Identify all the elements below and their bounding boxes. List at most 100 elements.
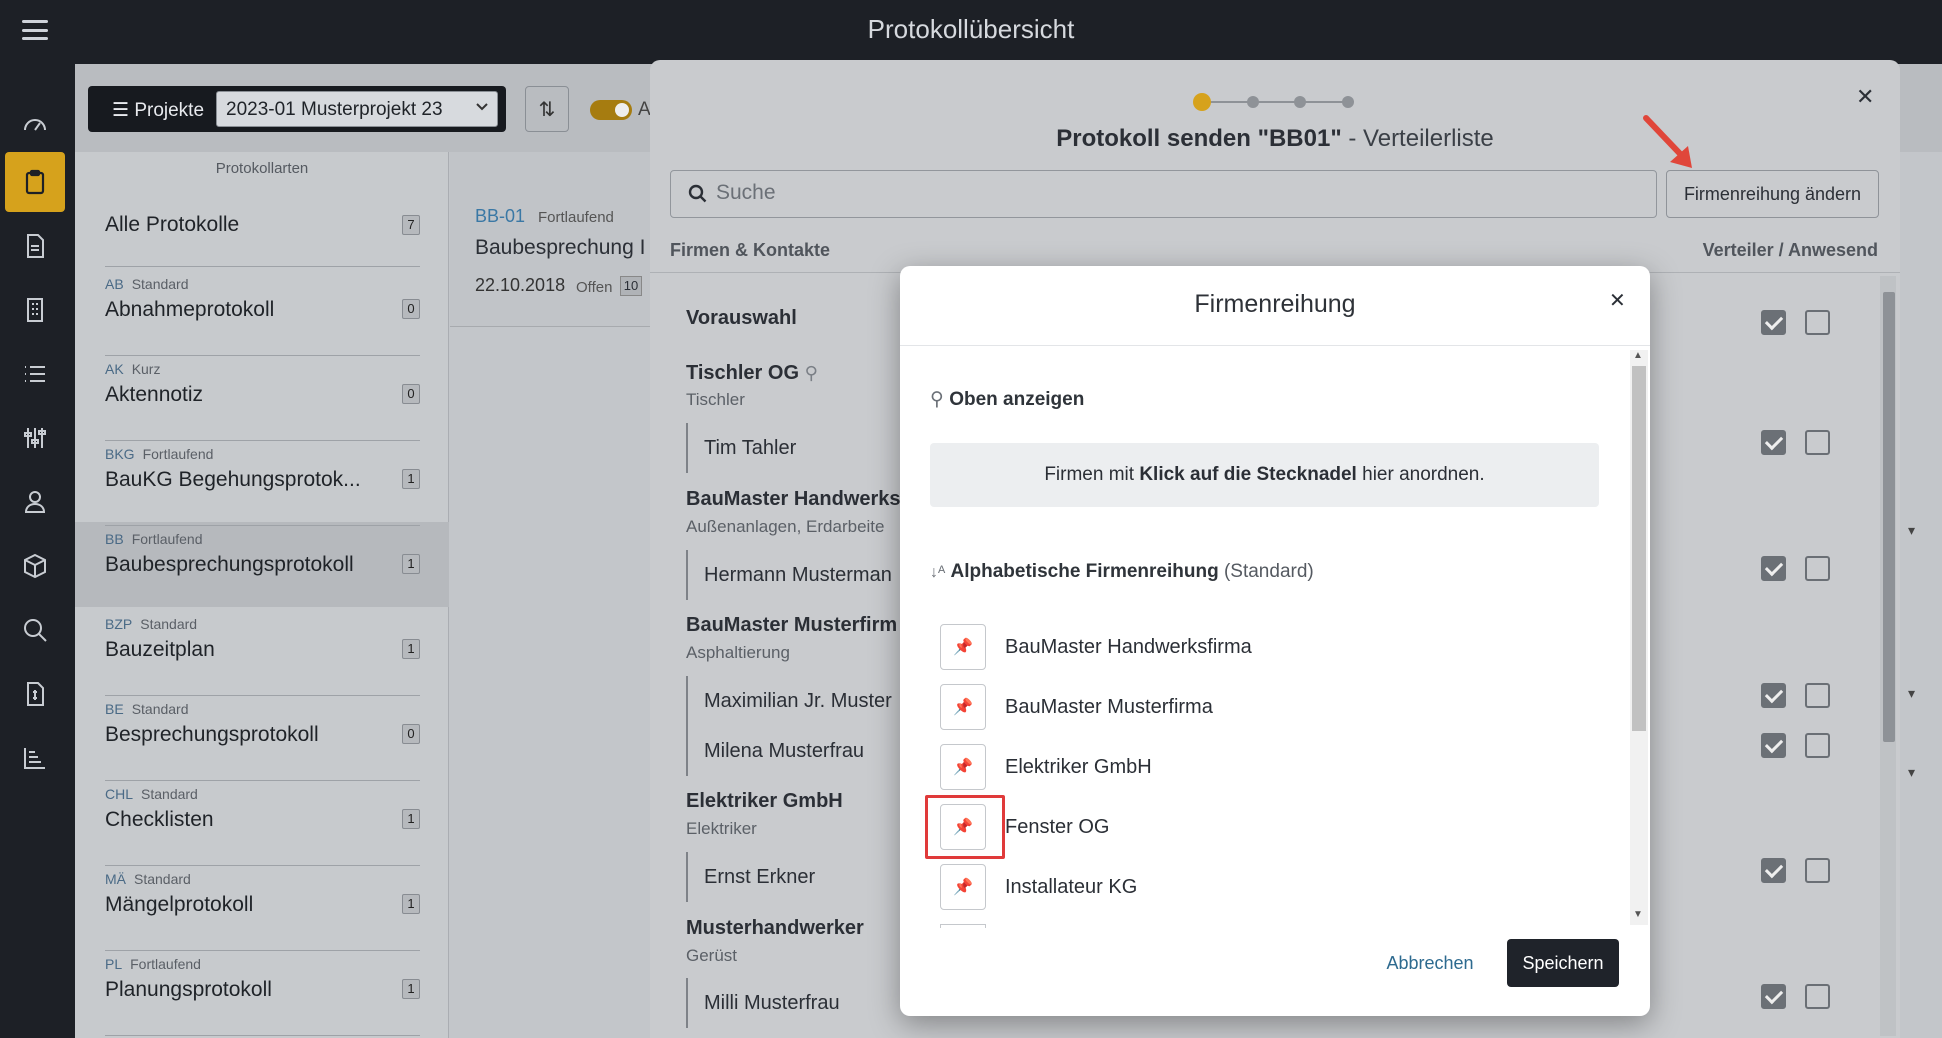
protocol-status: Offen: [576, 279, 613, 296]
invoice-icon[interactable]: [5, 664, 65, 724]
pin-icon: ⚲: [930, 389, 944, 410]
list-item[interactable]: BE Standard Besprechungsprotokoll 0: [105, 701, 420, 781]
close-icon[interactable]: ✕: [1856, 84, 1874, 110]
contact-person: Milli Musterfrau: [686, 978, 840, 1028]
pin-button[interactable]: 📌: [940, 684, 986, 730]
annotation-arrow-icon: [1643, 115, 1692, 168]
list-item[interactable]: MÄ Standard Mängelprotokoll 1: [105, 871, 420, 951]
search-input[interactable]: [670, 170, 1657, 218]
sliders-icon[interactable]: [5, 408, 65, 468]
contact-person: Milena Musterfrau: [686, 726, 864, 776]
anwesend-checkbox[interactable]: [1805, 733, 1830, 758]
list-item[interactable]: AB Standard Abnahmeprotokoll 0: [105, 276, 420, 356]
section-vorauswahl: Vorauswahl: [686, 307, 797, 329]
list-header: Protokollarten: [215, 160, 309, 177]
search-icon[interactable]: [5, 600, 65, 660]
verteiler-checkbox[interactable]: [1761, 858, 1786, 883]
page-title: Protokollübersicht: [867, 14, 1075, 44]
user-icon[interactable]: [5, 472, 65, 532]
firm-name: Installateur KG: [1005, 876, 1138, 898]
projekte-label: ☰ Projekte: [112, 100, 205, 121]
list-item[interactable]: BKG Fortlaufend BauKG Begehungsprotok... …: [105, 446, 420, 526]
clipboard-icon[interactable]: [5, 152, 65, 212]
anwesend-checkbox[interactable]: [1805, 556, 1830, 581]
firm-name: BauMaster Handwerksfirma: [1005, 636, 1252, 658]
search-icon: [688, 184, 707, 203]
company-trade: Asphaltierung: [686, 643, 790, 662]
annotation-highlight-box: [925, 795, 1005, 859]
verteiler-checkbox[interactable]: [1761, 683, 1786, 708]
sort-button[interactable]: ⇅: [525, 86, 569, 132]
firm-name: Fenster OG: [1005, 816, 1110, 838]
scrollbar-thumb[interactable]: [1883, 292, 1895, 742]
pin-icon: 📌: [953, 699, 973, 716]
chevron-down-icon: ▾: [1908, 764, 1916, 780]
anwesend-checkbox[interactable]: [1805, 858, 1830, 883]
scrollbar-thumb[interactable]: [1632, 366, 1646, 731]
column-header-verteiler: Verteiler / Anwesend: [1702, 240, 1878, 260]
anwesend-checkbox[interactable]: [1805, 430, 1830, 455]
anwesend-checkbox[interactable]: [1805, 683, 1830, 708]
stepper: [1193, 93, 1354, 111]
protocol-type: Fortlaufend: [538, 209, 614, 226]
chevron-down-icon: ▾: [1908, 522, 1916, 538]
list-item[interactable]: PL Fortlaufend Planungsprotokoll 1: [105, 956, 420, 1036]
list-item[interactable]: AK Kurz Aktennotiz 0: [105, 361, 420, 441]
pin-button[interactable]: 📌: [940, 864, 986, 910]
column-header-firmen: Firmen & Kontakte: [670, 240, 831, 260]
pin-icon: 📌: [953, 879, 973, 896]
toggle-switch[interactable]: [590, 100, 632, 120]
verteiler-checkbox[interactable]: [1761, 984, 1786, 1009]
contact-person: Maximilian Jr. Muster: [686, 676, 892, 726]
protocol-date: 22.10.2018: [475, 275, 566, 295]
toggle-label: A: [638, 99, 651, 120]
list-item[interactable]: BZP Standard Bauzeitplan 1: [105, 616, 420, 696]
scroll-down-icon[interactable]: ▼: [1633, 909, 1643, 920]
anwesend-checkbox[interactable]: [1805, 310, 1830, 335]
cube-icon[interactable]: [5, 536, 65, 596]
scroll-up-icon[interactable]: ▲: [1633, 350, 1643, 361]
document-icon[interactable]: [5, 216, 65, 276]
company-name: Musterhandwerker: [686, 917, 864, 939]
protocol-code: BB-01: [475, 206, 526, 226]
verteiler-checkbox[interactable]: [1761, 556, 1786, 581]
send-dialog-title: Protokoll senden "BB01" - Verteilerliste: [1056, 125, 1494, 152]
chevron-down-icon: ▾: [1908, 685, 1916, 701]
alpha-section-label: ↓ᴬ Alphabetische Firmenreihung (Standard…: [930, 561, 1314, 582]
dashboard-icon[interactable]: [5, 94, 65, 154]
verteiler-checkbox[interactable]: [1761, 430, 1786, 455]
pin-button[interactable]: 📌: [940, 624, 986, 670]
close-icon[interactable]: ✕: [1609, 288, 1626, 313]
building-icon[interactable]: [5, 280, 65, 340]
list-icon[interactable]: [5, 344, 65, 404]
contact-person: Tim Tahler: [686, 423, 796, 473]
projekt-value: 2023-01 Musterprojekt 23: [226, 99, 443, 120]
anwesend-checkbox[interactable]: [1805, 984, 1830, 1009]
company-name: BauMaster Musterfirm: [686, 614, 898, 636]
protocol-title: Baubesprechung I: [475, 236, 645, 259]
list-item-selected[interactable]: BB Fortlaufend Baubesprechungsprotokoll 1: [105, 531, 420, 611]
company-trade: Tischler: [686, 390, 745, 409]
pin-icon: 📌: [953, 759, 973, 776]
pin-icon[interactable]: ⚲: [805, 363, 818, 383]
verteiler-checkbox[interactable]: [1761, 310, 1786, 335]
contact-person: Hermann Musterman: [686, 550, 892, 600]
pin-hint-box: Firmen mit Klick auf die Stecknadel hier…: [930, 443, 1599, 507]
pin-button[interactable]: 📌: [940, 744, 986, 790]
chart-icon[interactable]: [5, 728, 65, 788]
firmenreihung-button[interactable]: Firmenreihung ändern: [1666, 170, 1879, 218]
company-name: BauMaster Handwerks: [686, 488, 901, 510]
protocol-count: 10: [620, 276, 642, 296]
list-item[interactable]: Alle Protokolle 7: [105, 203, 420, 267]
cancel-button[interactable]: Abbrechen: [1380, 945, 1480, 981]
company-trade: Gerüst: [686, 946, 738, 965]
company-trade: Außenanlagen, Erdarbeite: [686, 517, 885, 536]
verteiler-checkbox[interactable]: [1761, 733, 1786, 758]
pin-icon: 📌: [953, 639, 973, 656]
save-button[interactable]: Speichern: [1507, 939, 1619, 987]
contact-person: Ernst Erkner: [686, 852, 815, 902]
list-item[interactable]: CHL Standard Checklisten 1: [105, 786, 420, 866]
company-name: Tischler OG ⚲: [686, 362, 818, 384]
pin-button-partial: [940, 924, 986, 928]
chevron-down-icon: [476, 103, 488, 111]
